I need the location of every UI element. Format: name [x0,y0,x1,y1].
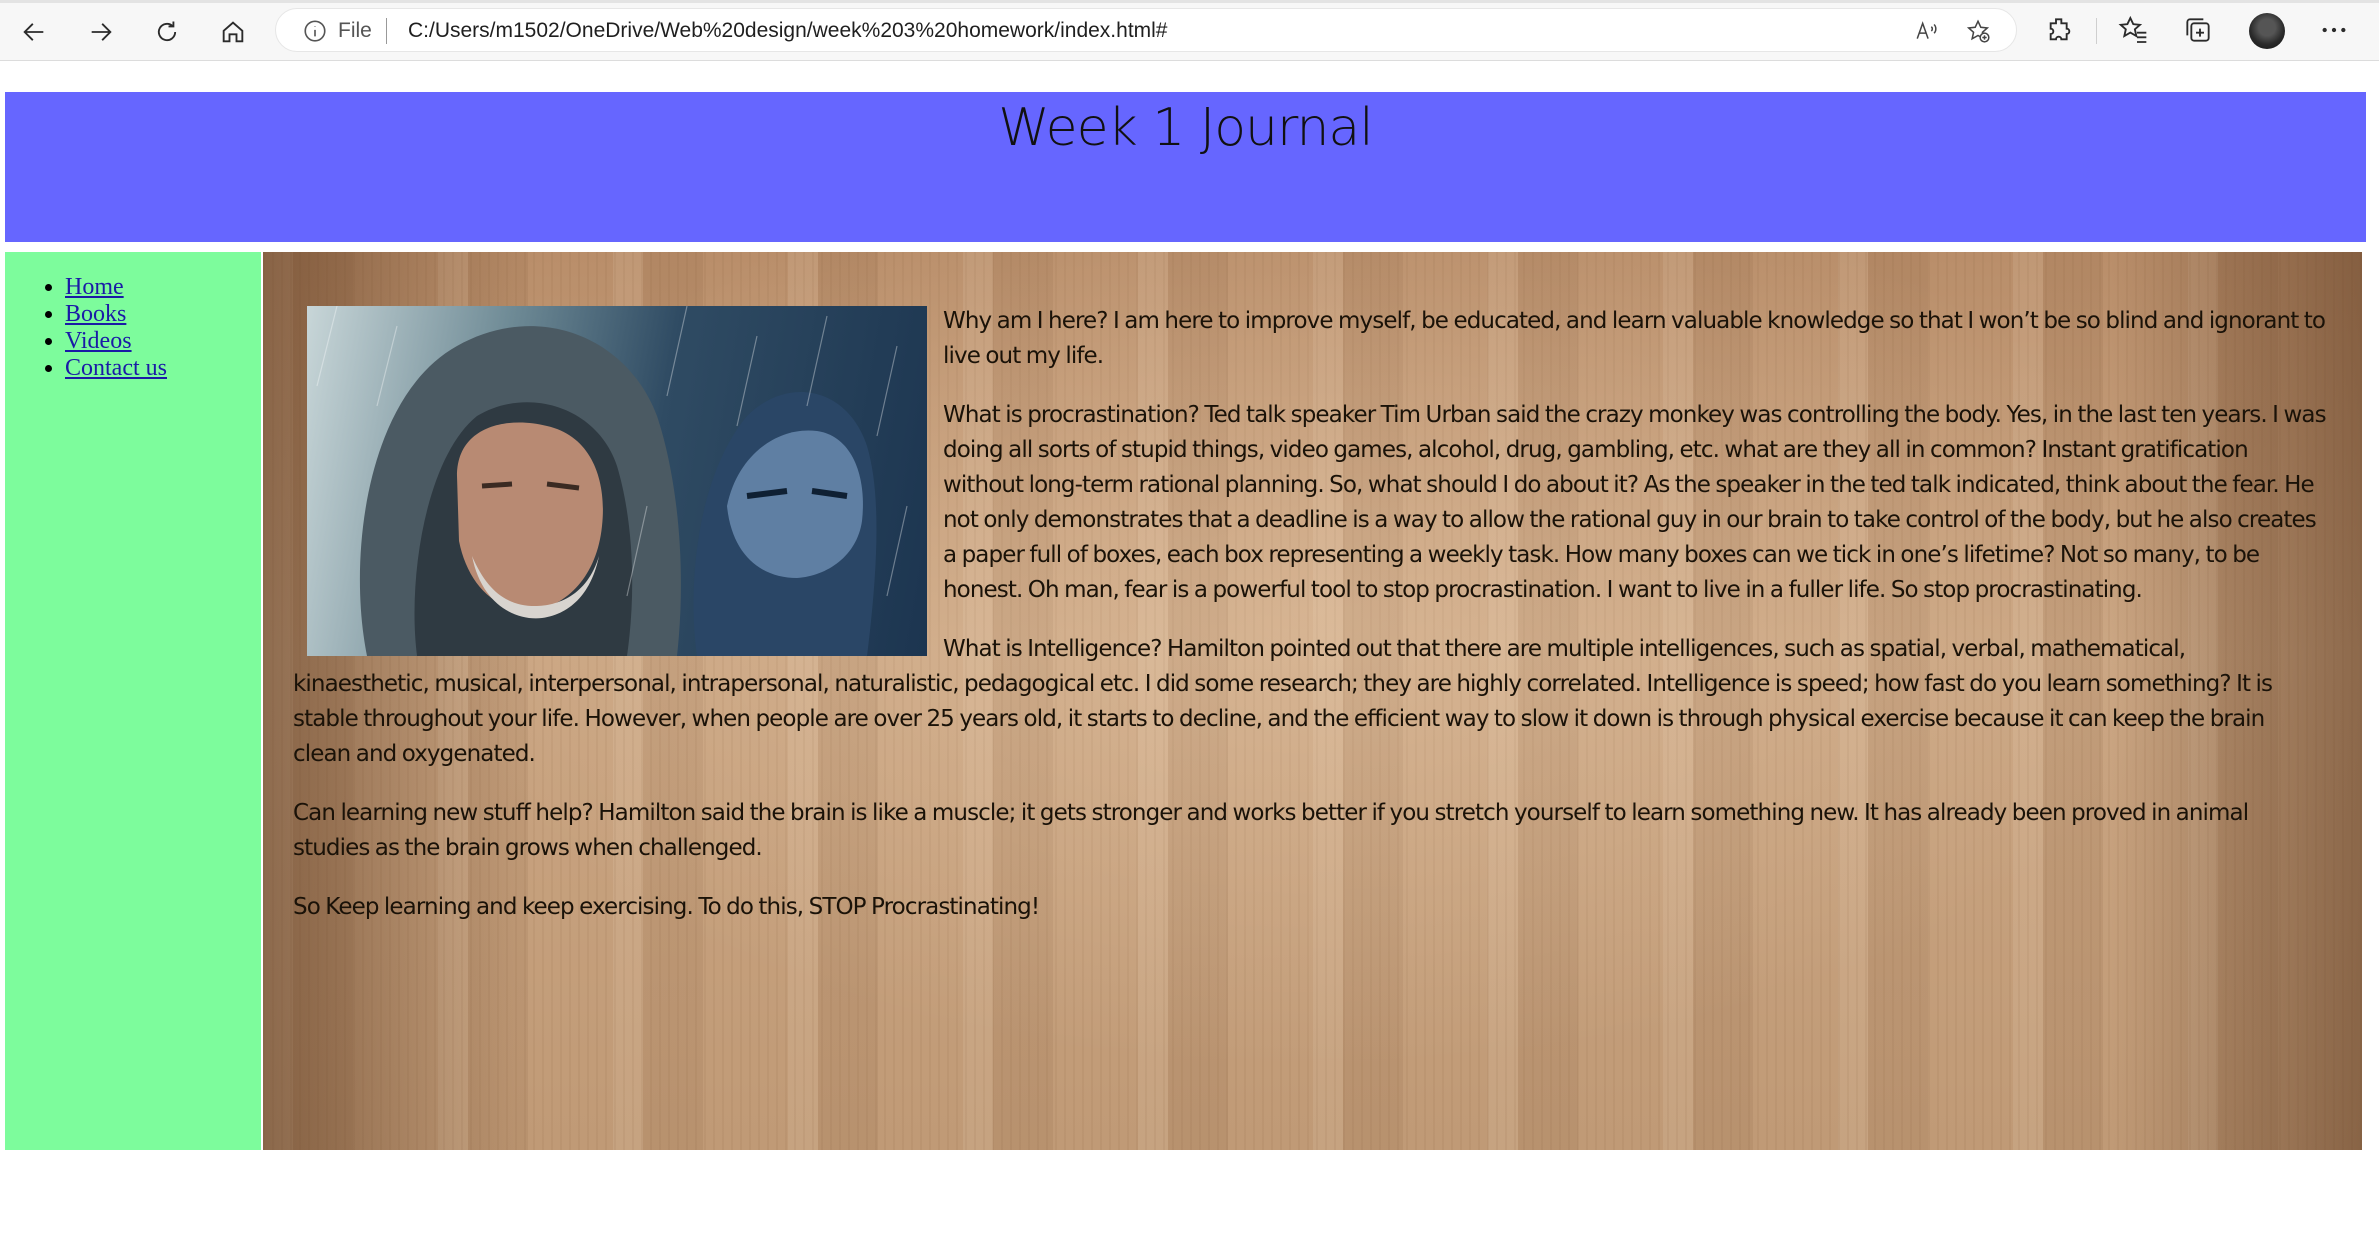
hooded-man-and-masked-hero-photo [316,306,908,656]
nav-item-home: Home [65,274,167,301]
address-url[interactable]: C:/Users/m1502/OneDrive/Web%20design/wee… [408,19,1168,43]
sidebar-nav: Home Books Videos Contact us [5,252,261,1150]
nav-list: Home Books Videos Contact us [5,274,167,382]
toolbar-divider [2096,18,2097,44]
nav-link-home[interactable]: Home [65,274,124,300]
paragraph-conclusion: So Keep learning and keep exercising. To… [293,894,1040,920]
forward-arrow-icon[interactable] [81,12,121,52]
nav-link-videos[interactable]: Videos [65,328,132,354]
home-icon[interactable] [213,12,253,52]
tab-strip-edge [0,0,2379,3]
paragraph-learning: Can learning new stuff help? Hamilton sa… [293,800,2249,861]
collections-icon[interactable] [2182,14,2214,46]
info-icon[interactable] [302,18,328,44]
page-header: Week 1 Journal [5,92,2366,242]
more-options-icon[interactable] [2318,14,2350,46]
profile-avatar[interactable] [2249,13,2285,49]
browser-toolbar: File C:/Users/m1502/OneDrive/Web%20desig… [0,0,2379,61]
address-divider [386,18,387,44]
extensions-icon[interactable] [2044,14,2076,46]
back-arrow-icon[interactable] [14,12,54,52]
main-content: Why am I here? I am here to improve myse… [263,252,2362,1150]
nav-item-books: Books [65,301,167,328]
journal-article: Why am I here? I am here to improve myse… [293,304,2327,949]
add-favorite-icon[interactable] [1965,18,1991,44]
read-aloud-icon[interactable] [1914,18,1940,44]
nav-link-books[interactable]: Books [65,301,126,327]
address-bar[interactable]: File C:/Users/m1502/OneDrive/Web%20desig… [275,8,2017,52]
address-file-label: File [338,19,372,42]
nav-item-videos: Videos [65,328,167,355]
favorites-icon[interactable] [2117,14,2149,46]
article-photo [307,306,927,656]
refresh-icon[interactable] [147,12,187,52]
nav-link-contact-us[interactable]: Contact us [65,355,167,381]
page-title: Week 1 Journal [998,98,1373,158]
nav-item-contact: Contact us [65,355,167,382]
